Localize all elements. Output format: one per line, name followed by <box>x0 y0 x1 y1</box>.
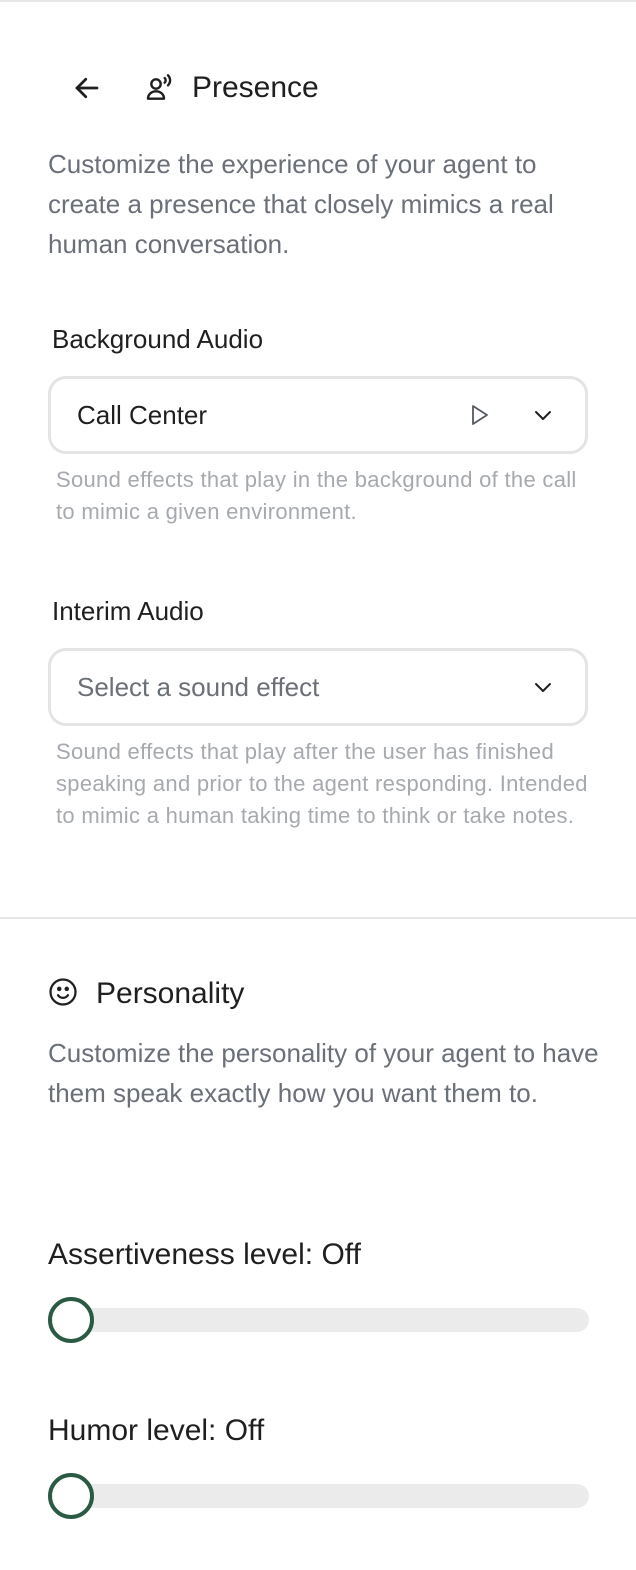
interim-audio-help: Sound effects that play after the user h… <box>56 739 588 828</box>
smiley-icon <box>48 977 78 1012</box>
section-title: Personality <box>96 977 245 1010</box>
intro-text: Customize the experience of your agent t… <box>48 149 554 259</box>
chevron-down-icon <box>523 395 563 435</box>
play-icon[interactable] <box>459 395 499 435</box>
assertiveness-slider[interactable] <box>48 1297 589 1343</box>
page-title: Presence <box>192 71 319 104</box>
interim-audio-placeholder: Select a sound effect <box>77 671 320 702</box>
arrow-left-icon <box>75 77 99 99</box>
humor-slider-thumb[interactable] <box>48 1473 94 1519</box>
humor-label: Humor level: Off <box>48 1414 265 1447</box>
background-audio-select[interactable]: Call Center <box>48 376 588 454</box>
background-audio-help: Sound effects that play in the backgroun… <box>56 467 577 524</box>
personality-description: Customize the personality of your agent … <box>48 1038 599 1108</box>
presence-settings-page: Presence Customize the experience of you… <box>0 0 636 1570</box>
background-audio-label: Background Audio <box>52 324 264 354</box>
assertiveness-label: Assertiveness level: Off <box>48 1238 361 1271</box>
top-border <box>0 0 636 2</box>
humor-slider[interactable] <box>48 1473 589 1519</box>
section-divider <box>0 917 636 919</box>
back-button[interactable] <box>62 66 114 110</box>
background-audio-value: Call Center <box>77 399 208 430</box>
personality-header: Personality <box>48 972 244 1016</box>
assertiveness-slider-thumb[interactable] <box>48 1297 94 1343</box>
interim-audio-label: Interim Audio <box>52 596 204 626</box>
chevron-down-icon <box>523 667 563 707</box>
person-voice-icon <box>144 72 176 104</box>
interim-audio-select[interactable]: Select a sound effect <box>48 648 588 726</box>
header: Presence <box>62 66 319 110</box>
